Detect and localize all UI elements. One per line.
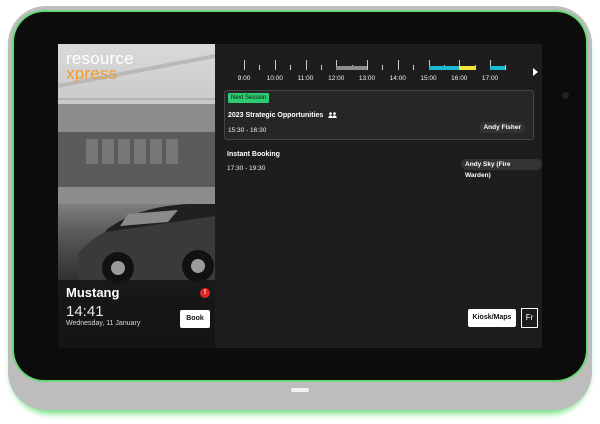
booking-title[interactable]: Instant Booking <box>227 151 280 158</box>
timeline-label: 10:00 <box>266 75 283 82</box>
timeline-label: 17:00 <box>481 75 499 82</box>
timeline-label: 13:00 <box>358 75 376 82</box>
timeline-booking-segment[interactable] <box>336 66 368 70</box>
book-button[interactable]: Book <box>180 310 210 328</box>
timeline-booking-segment[interactable] <box>459 66 475 70</box>
timeline-next-arrow-icon[interactable] <box>533 68 538 76</box>
screen: resource xpress Mustang ! 14:41 Wednesda… <box>58 44 542 348</box>
next-session-card[interactable]: Next Session 2023 Strategic Opportunitie… <box>224 90 534 140</box>
booking-time: 17:30 - 19:30 <box>227 165 266 172</box>
timeline-booking-segment[interactable] <box>428 66 444 70</box>
organizer-chip: Andy Fisher <box>479 122 525 133</box>
booking-organizer-chip: Andy Sky (Fire Warden) <box>461 159 542 179</box>
meeting-title-text: 2023 Strategic Opportunities <box>228 112 324 119</box>
day-timeline[interactable]: 9:00 10:00 11:00 12:00 13:00 14:00 15:00 16:00 1… <box>224 56 542 86</box>
language-toggle-button[interactable]: Fr <box>521 308 538 328</box>
timeline-label: 12:00 <box>328 75 345 82</box>
room-name: Mustang <box>66 285 120 300</box>
timeline-booking-segment[interactable] <box>443 66 460 70</box>
timeline-track <box>244 66 508 70</box>
timeline-label: 15:00 <box>420 75 437 82</box>
timeline-label: 14:00 <box>389 75 406 82</box>
meeting-time: 15:30 - 16:30 <box>228 127 267 134</box>
logo-xpress: xpress <box>66 64 118 83</box>
timeline-label: 9:00 <box>237 75 251 82</box>
room-panel: resource xpress Mustang ! 14:41 Wednesda… <box>58 44 215 348</box>
timeline-label: 11:00 <box>297 75 314 82</box>
exclamation-icon[interactable]: ! <box>200 288 210 298</box>
people-icon <box>328 112 337 118</box>
home-button[interactable] <box>291 388 309 392</box>
timeline-label: 16:00 <box>451 75 468 82</box>
camera-icon <box>562 92 569 99</box>
current-time: 14:41 <box>66 303 104 320</box>
timeline-booking-segment[interactable] <box>490 66 506 70</box>
kiosk-maps-button[interactable]: Kiosk/Maps <box>468 309 516 327</box>
current-date: Wednesday, 11 January <box>66 320 141 327</box>
next-session-badge: Next Session <box>228 93 270 103</box>
meeting-title: 2023 Strategic Opportunities <box>228 111 337 119</box>
